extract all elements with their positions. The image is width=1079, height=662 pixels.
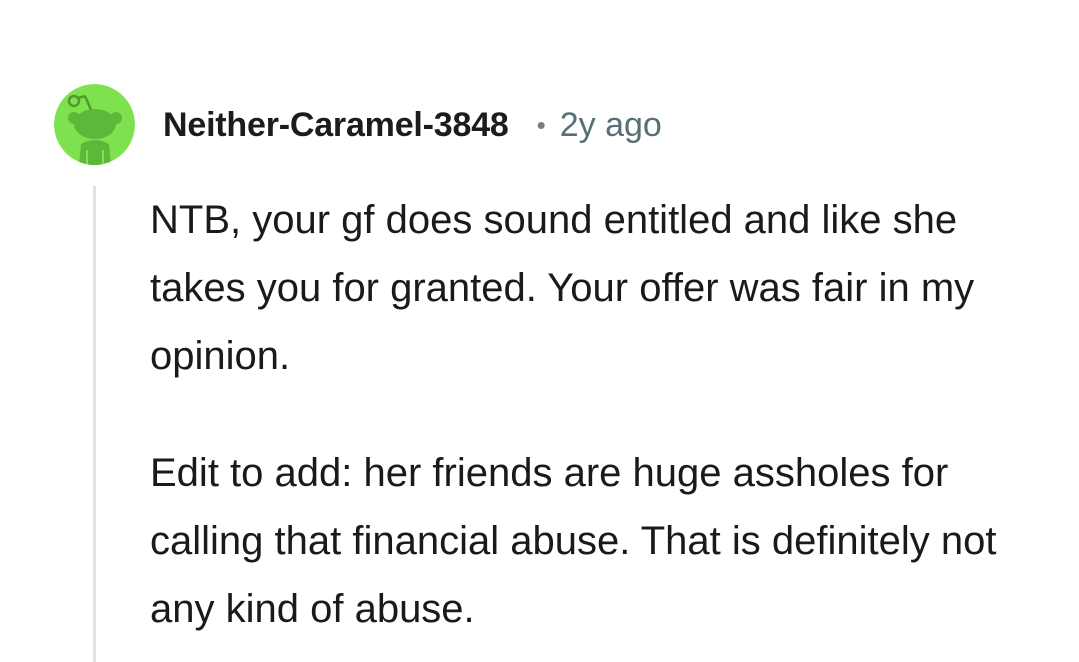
comment-paragraph: Edit to add: her friends are huge asshol… — [150, 451, 997, 631]
thread-line[interactable] — [93, 186, 96, 662]
snoo-avatar-icon[interactable] — [54, 84, 135, 165]
comment: Neither-Caramel-3848 • 2y ago NTB, your … — [0, 0, 1079, 662]
username-link[interactable]: Neither-Caramel-3848 — [163, 106, 509, 145]
comment-timestamp[interactable]: 2y ago — [560, 106, 662, 145]
comment-paragraph: NTB, your gf does sound entitled and lik… — [150, 198, 975, 378]
separator-dot: • — [536, 109, 546, 140]
comment-meta: Neither-Caramel-3848 • 2y ago — [163, 102, 662, 148]
comment-body: NTB, your gf does sound entitled and lik… — [150, 186, 1050, 643]
